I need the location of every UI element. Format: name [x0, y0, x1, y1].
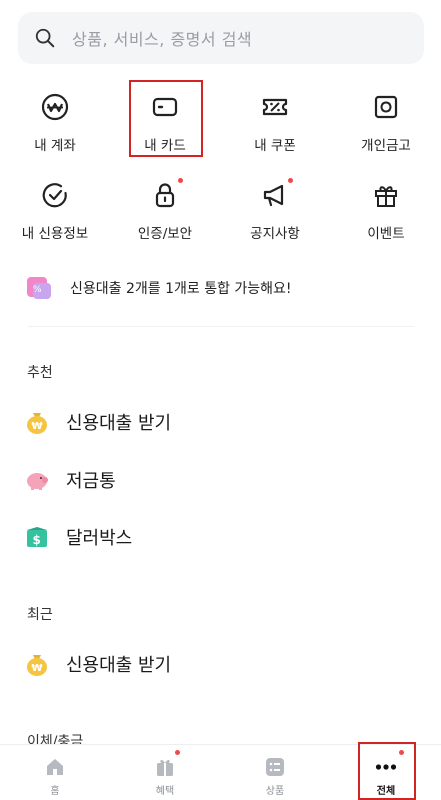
search-placeholder: 상품, 서비스, 증명서 검색 — [72, 30, 253, 49]
menu-event[interactable]: 이벤트 — [331, 168, 441, 248]
home-icon — [47, 759, 63, 775]
promo-banner[interactable]: % 신용대출 2개를 1개로 통합 가능해요! — [24, 264, 416, 312]
tab-products[interactable]: 상품 — [220, 745, 330, 800]
list-item-label: 신용대출 받기 — [66, 413, 172, 434]
svg-text:₩: ₩ — [32, 421, 43, 432]
svg-text:₩: ₩ — [32, 663, 43, 674]
menu-label: 내 쿠폰 — [254, 138, 296, 154]
svg-text:$: $ — [33, 533, 41, 547]
gift-icon — [375, 186, 397, 207]
menu-auth-security[interactable]: 인증/보안 — [110, 168, 220, 248]
menu-my-account[interactable]: 내 계좌 — [0, 80, 110, 160]
menu-label: 공지사항 — [250, 226, 300, 242]
menu-label: 인증/보안 — [137, 226, 193, 242]
money-bag-icon: ₩ — [27, 413, 47, 434]
section-title-recommend: 추천 — [27, 365, 53, 381]
menu-label: 내 계좌 — [34, 138, 76, 154]
gift-tab-icon-wrap — [154, 750, 180, 778]
search-icon — [35, 28, 55, 48]
tab-label: 혜택 — [155, 786, 175, 797]
notification-dot — [175, 750, 180, 755]
highlight-box — [358, 742, 416, 800]
menu-personal-safe[interactable]: 개인금고 — [331, 80, 441, 160]
menu-label: 내 신용정보 — [21, 226, 89, 242]
coupon-icon — [262, 98, 288, 116]
credit-check-icon — [42, 183, 67, 208]
tab-label: 상품 — [265, 786, 285, 797]
menu-my-coupon[interactable]: 내 쿠폰 — [220, 80, 330, 160]
banner-text: 신용대출 2개를 1개로 통합 가능해요! — [70, 281, 292, 297]
list-item-dollar-box[interactable]: $ 달러박스 — [24, 517, 132, 557]
megaphone-icon — [263, 184, 284, 207]
tab-benefits[interactable]: 혜택 — [110, 745, 220, 800]
gift-tab-icon — [157, 759, 173, 776]
menu-label: 이벤트 — [367, 226, 405, 242]
money-bag-icon: ₩ — [27, 655, 47, 676]
list-item-label: 달러박스 — [66, 528, 133, 549]
tab-home[interactable]: 홈 — [0, 745, 110, 800]
menu-label: 개인금고 — [361, 138, 411, 154]
lock-icon — [155, 183, 175, 208]
notification-dot — [178, 178, 183, 183]
highlight-box — [129, 80, 203, 157]
loan-merge-icon: % — [27, 277, 51, 299]
dollar-box-icon: $ — [27, 527, 47, 547]
megaphone-icon-wrap — [260, 178, 293, 210]
won-circle-icon — [41, 93, 69, 121]
search-bar[interactable]: 상품, 서비스, 증명서 검색 — [18, 12, 424, 64]
svg-text:%: % — [33, 285, 42, 295]
section-title-recent: 최근 — [27, 607, 53, 623]
list-item-recent-credit-loan[interactable]: ₩ 신용대출 받기 — [24, 644, 171, 684]
piggy-bank-icon — [27, 473, 48, 490]
notification-dot — [288, 178, 293, 183]
list-item-label: 저금통 — [66, 471, 116, 492]
list-item-piggy-bank[interactable]: 저금통 — [24, 460, 116, 500]
menu-credit-info[interactable]: 내 신용정보 — [0, 168, 110, 248]
lock-icon-wrap — [150, 178, 183, 210]
menu-notice[interactable]: 공지사항 — [220, 168, 330, 248]
list-item-label: 신용대출 받기 — [66, 655, 172, 676]
divider — [28, 326, 414, 327]
safe-icon — [374, 95, 398, 119]
list-item-credit-loan[interactable]: ₩ 신용대출 받기 — [24, 402, 171, 442]
list-icon — [266, 758, 284, 776]
tab-label: 홈 — [50, 786, 60, 797]
